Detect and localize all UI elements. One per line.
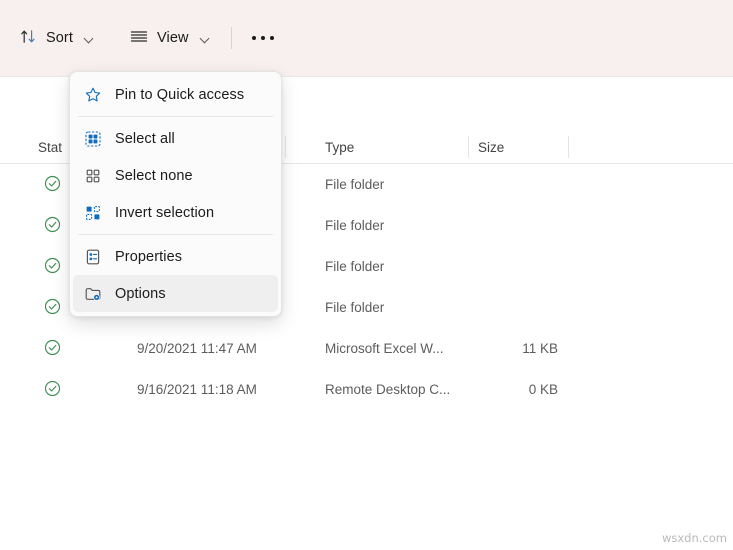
cell-type: File folder — [325, 259, 385, 274]
cell-type: Microsoft Excel W... — [325, 341, 444, 356]
column-separator[interactable] — [285, 136, 286, 158]
toolbar-divider — [230, 27, 232, 49]
cell-size — [478, 164, 558, 205]
menu-item-pin-to-quick-access[interactable]: Pin to Quick access — [73, 76, 278, 113]
invert-selection-icon — [84, 204, 102, 222]
cell-size — [478, 205, 558, 246]
table-row[interactable]: 9/16/2021 11:18 AM Remote Desktop C... 0 K… — [0, 369, 733, 410]
star-icon — [84, 86, 102, 104]
column-header-type[interactable]: Type — [325, 130, 354, 164]
menu-separator — [78, 234, 273, 235]
select-none-icon — [84, 167, 102, 185]
cell-type: Remote Desktop C... — [325, 382, 451, 397]
cell-date-modified: 9/16/2021 11:18 AM — [137, 382, 257, 397]
cell-type: File folder — [325, 218, 385, 233]
chevron-down-icon — [201, 34, 210, 43]
folder-options-icon — [84, 285, 102, 303]
column-header-size[interactable]: Size — [478, 130, 504, 164]
synced-check-icon — [44, 216, 61, 238]
menu-item-label: Properties — [115, 248, 183, 265]
menu-item-select-all[interactable]: Select all — [73, 120, 278, 157]
synced-check-icon — [44, 175, 61, 197]
menu-item-label: Pin to Quick access — [115, 86, 245, 103]
cell-date-modified: 9/20/2021 11:47 AM — [137, 341, 257, 356]
watermark: wsxdn.com — [661, 531, 727, 545]
cell-size — [478, 246, 558, 287]
properties-icon — [84, 248, 102, 266]
see-more-button[interactable] — [243, 22, 283, 54]
synced-check-icon — [44, 298, 61, 320]
menu-item-select-none[interactable]: Select none — [73, 157, 278, 194]
sort-arrows-icon — [20, 28, 37, 49]
sort-button[interactable]: Sort — [10, 22, 104, 54]
cell-size: 11 KB — [522, 341, 558, 356]
menu-item-label: Options — [115, 285, 166, 302]
synced-check-icon — [44, 380, 61, 402]
synced-check-icon — [44, 339, 61, 361]
menu-item-label: Select all — [115, 130, 175, 147]
cell-type: File folder — [325, 177, 385, 192]
menu-separator — [78, 116, 273, 117]
cell-type: File folder — [325, 300, 385, 315]
menu-item-label: Invert selection — [115, 204, 215, 221]
sort-label: Sort — [46, 30, 73, 46]
cell-size: 0 KB — [528, 382, 558, 397]
synced-check-icon — [44, 257, 61, 279]
menu-item-label: Select none — [115, 167, 193, 184]
table-row[interactable]: 9/20/2021 11:47 AM Microsoft Excel W... 11… — [0, 328, 733, 369]
view-lines-icon — [130, 28, 148, 49]
view-label: View — [157, 30, 189, 46]
chevron-down-icon — [85, 34, 94, 43]
cell-size — [478, 287, 558, 328]
column-header-status[interactable]: Stat — [38, 130, 62, 164]
column-separator[interactable] — [468, 136, 469, 158]
menu-item-options[interactable]: Options — [73, 275, 278, 312]
menu-item-invert-selection[interactable]: Invert selection — [73, 194, 278, 231]
ellipsis-icon — [251, 36, 274, 40]
view-button[interactable]: View — [120, 22, 220, 54]
select-all-icon — [84, 130, 102, 148]
command-bar: Sort View — [0, 0, 733, 76]
file-explorer-window: Sort View Stat Type Size File folder Fil… — [0, 0, 733, 550]
overflow-context-menu: Pin to Quick access Select all Select no… — [69, 71, 282, 317]
column-separator[interactable] — [568, 136, 569, 158]
menu-item-properties[interactable]: Properties — [73, 238, 278, 275]
